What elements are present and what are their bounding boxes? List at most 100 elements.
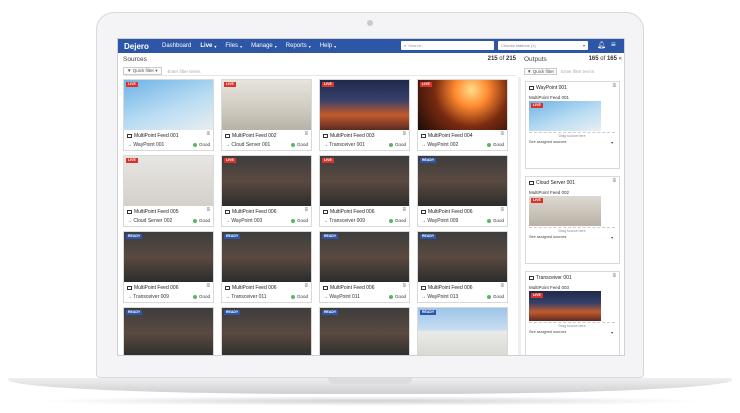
- see-assigned-sources[interactable]: See assigned sources ▾: [529, 235, 615, 240]
- source-card[interactable]: READY MultiPoint Feed 006 → Transceiver 00…: [123, 231, 214, 303]
- card-menu-icon[interactable]: ≡: [304, 207, 308, 213]
- webcam: [367, 20, 373, 26]
- output-thumbnail[interactable]: LIVE: [529, 196, 601, 226]
- source-thumbnail[interactable]: LIVE: [124, 80, 213, 130]
- source-name-row: MultiPoint Feed 001: [127, 133, 178, 139]
- nav-item-dashboard[interactable]: Dashboard: [162, 43, 191, 49]
- source-thumbnail[interactable]: LIVE: [222, 80, 311, 130]
- card-menu-icon[interactable]: ≡: [206, 131, 210, 137]
- source-thumbnail[interactable]: READY: [320, 232, 409, 282]
- search-input[interactable]: ⌕ Search...: [401, 41, 494, 50]
- source-card[interactable]: LIVE MultiPoint Feed 006 → WayPoint 003 ≡ Go…: [221, 155, 312, 227]
- source-thumbnail[interactable]: READY: [222, 308, 311, 355]
- status-badge: LIVE: [126, 82, 138, 87]
- connection-status: Good: [388, 142, 406, 147]
- source-card[interactable]: READY: [417, 307, 508, 355]
- output-card[interactable]: Transceiver 001 ≡ MultiPoint Feed 003 LIVE D…: [525, 271, 620, 355]
- status-dot-icon: [388, 294, 393, 299]
- nav-item-files[interactable]: Files ▾: [225, 43, 242, 49]
- status-dot-icon: [290, 294, 295, 299]
- nav-item-live[interactable]: Live ▾: [200, 43, 216, 49]
- connection-status: Good: [192, 142, 210, 147]
- source-name: MultiPoint Feed 006: [232, 285, 277, 291]
- drag-source-zone[interactable]: Drag source here: [529, 322, 615, 328]
- dejero-logo[interactable]: Dejero: [124, 42, 162, 51]
- source-card[interactable]: LIVE MultiPoint Feed 002 → Cloud Server 00…: [221, 79, 312, 151]
- source-thumbnail[interactable]: READY: [418, 232, 507, 282]
- card-menu-icon[interactable]: ≡: [206, 283, 210, 289]
- source-thumbnail[interactable]: READY: [418, 156, 507, 206]
- card-menu-icon[interactable]: ≡: [402, 131, 406, 137]
- output-card[interactable]: WayPoint 001 ≡ MultiPoint Feed 001 LIVE Drag…: [525, 81, 620, 169]
- card-menu-icon[interactable]: ≡: [304, 131, 308, 137]
- card-menu-icon[interactable]: ≡: [500, 131, 504, 137]
- status-badge: LIVE: [224, 82, 236, 87]
- nav-item-help[interactable]: Help ▾: [320, 43, 336, 49]
- source-name-row: MultiPoint Feed 006: [421, 285, 472, 291]
- source-thumbnail[interactable]: LIVE: [320, 80, 409, 130]
- nav-item-manage[interactable]: Manage ▾: [251, 43, 277, 49]
- card-menu-icon[interactable]: ≡: [402, 283, 406, 289]
- outputs-filter-input[interactable]: Enter filter terms: [561, 69, 594, 74]
- source-card[interactable]: READY: [123, 307, 214, 355]
- source-card[interactable]: LIVE MultiPoint Feed 004 → WayPoint 002 ≡ Go…: [417, 79, 508, 151]
- status-dot-icon: [388, 142, 393, 147]
- source-card[interactable]: READY: [221, 307, 312, 355]
- output-source-name: MultiPoint Feed 001: [529, 95, 570, 100]
- outputs-count-of: of: [600, 56, 606, 62]
- connection-status: Good: [192, 218, 210, 223]
- source-thumbnail[interactable]: READY: [418, 308, 507, 355]
- source-thumbnail[interactable]: LIVE: [222, 156, 311, 206]
- output-thumbnail[interactable]: LIVE: [529, 291, 601, 321]
- outputs-count-current: 165: [588, 56, 599, 62]
- source-card[interactable]: LIVE MultiPoint Feed 006 → Transceiver 009…: [319, 155, 410, 227]
- source-thumbnail[interactable]: LIVE: [320, 156, 409, 206]
- source-thumbnail[interactable]: LIVE: [124, 156, 213, 206]
- bell-icon[interactable]: 🔔︎: [597, 41, 606, 49]
- source-thumbnail[interactable]: READY: [124, 232, 213, 282]
- quick-filter-button[interactable]: ▼ Quick filter ▾: [123, 67, 162, 75]
- collapse-icon[interactable]: «: [619, 56, 622, 62]
- source-card[interactable]: READY MultiPoint Feed 006 → WayPoint 009 ≡ G…: [417, 155, 508, 227]
- source-thumbnail[interactable]: LIVE: [418, 80, 507, 130]
- card-menu-icon[interactable]: ≡: [402, 207, 406, 213]
- output-card[interactable]: Cloud Server 001 ≡ MultiPoint Feed 002 LIVE…: [525, 176, 620, 264]
- station-select[interactable]: Choose stations (1) ▾: [498, 41, 588, 50]
- card-menu-icon[interactable]: ≡: [612, 273, 616, 279]
- nav-item-reports[interactable]: Reports ▾: [286, 43, 311, 49]
- card-menu-icon[interactable]: ≡: [500, 283, 504, 289]
- status-badge: READY: [126, 310, 143, 315]
- see-assigned-sources[interactable]: See assigned sources ▾: [529, 140, 615, 145]
- source-card[interactable]: LIVE MultiPoint Feed 001 → WayPoint 001 ≡ Go…: [123, 79, 214, 151]
- card-menu-icon[interactable]: ≡: [612, 83, 616, 89]
- source-card[interactable]: READY MultiPoint Feed 006 → WayPoint 011 ≡ G…: [319, 231, 410, 303]
- source-card[interactable]: READY MultiPoint Feed 006 → Transceiver 01…: [221, 231, 312, 303]
- card-menu-icon[interactable]: ≡: [304, 283, 308, 289]
- status-dot-icon: [192, 294, 197, 299]
- source-name-row: MultiPoint Feed 006: [225, 209, 276, 215]
- status-badge: LIVE: [322, 82, 334, 87]
- card-menu-icon[interactable]: ≡: [500, 207, 504, 213]
- source-card[interactable]: READY MultiPoint Feed 006 → WayPoint 013 ≡ G…: [417, 231, 508, 303]
- source-name-row: MultiPoint Feed 006: [323, 285, 374, 291]
- outputs-scrollbar[interactable]: [518, 77, 521, 355]
- status-dot-icon: [388, 218, 393, 223]
- outputs-quick-filter-button[interactable]: ▼ Quick filter: [524, 68, 557, 75]
- source-card[interactable]: LIVE MultiPoint Feed 003 → Transceiver 001…: [319, 79, 410, 151]
- drag-source-zone[interactable]: Drag source here: [529, 227, 615, 233]
- source-thumbnail[interactable]: READY: [320, 308, 409, 355]
- source-card[interactable]: READY: [319, 307, 410, 355]
- source-thumbnail[interactable]: READY: [124, 308, 213, 355]
- source-name: MultiPoint Feed 006: [428, 209, 473, 215]
- output-thumbnail[interactable]: LIVE: [529, 101, 601, 131]
- drag-source-zone[interactable]: Drag source here: [529, 132, 615, 138]
- status-text: Good: [492, 218, 504, 223]
- source-thumbnail[interactable]: READY: [222, 232, 311, 282]
- filter-input[interactable]: Enter filter terms: [168, 69, 201, 74]
- hamburger-menu-icon[interactable]: ≡: [611, 40, 616, 49]
- output-source-name: MultiPoint Feed 003: [529, 285, 570, 290]
- card-menu-icon[interactable]: ≡: [206, 207, 210, 213]
- see-assigned-sources[interactable]: See assigned sources ▾: [529, 330, 615, 335]
- source-card[interactable]: LIVE MultiPoint Feed 005 → Cloud Server 00…: [123, 155, 214, 227]
- card-menu-icon[interactable]: ≡: [612, 178, 616, 184]
